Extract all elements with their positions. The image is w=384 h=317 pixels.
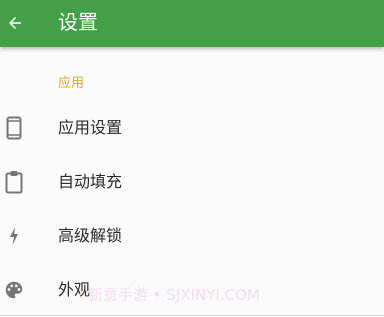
section-header-app: 应用 — [58, 76, 85, 91]
toolbar: 设置 — [0, 0, 384, 47]
page-title: 设置 — [58, 10, 98, 34]
settings-screen: 设置 应用 应用设置 自动填充 高级解锁 外观 新意手游 • SJXINYI.C… — [0, 0, 384, 317]
flash-icon — [0, 209, 28, 263]
back-button[interactable] — [0, 0, 30, 45]
list-divider — [0, 315, 384, 316]
pref-item-appearance[interactable]: 外观 — [0, 263, 384, 317]
pref-item-autofill[interactable]: 自动填充 — [0, 155, 384, 209]
pref-label-autofill: 自动填充 — [58, 172, 123, 191]
palette-icon — [0, 263, 28, 317]
pref-label-app-settings: 应用设置 — [58, 118, 123, 137]
arrow-back-icon — [9, 16, 21, 29]
pref-label-advanced-unlock: 高级解锁 — [58, 226, 123, 245]
pref-label-appearance: 外观 — [58, 280, 91, 299]
pref-item-app-settings[interactable]: 应用设置 — [0, 101, 384, 155]
settings-list: 应用 应用设置 自动填充 高级解锁 外观 新意手游 • SJXINYI.COM — [0, 47, 384, 317]
smartphone-icon — [0, 101, 28, 155]
pref-item-advanced-unlock[interactable]: 高级解锁 — [0, 209, 384, 263]
clipboard-icon — [0, 155, 28, 209]
